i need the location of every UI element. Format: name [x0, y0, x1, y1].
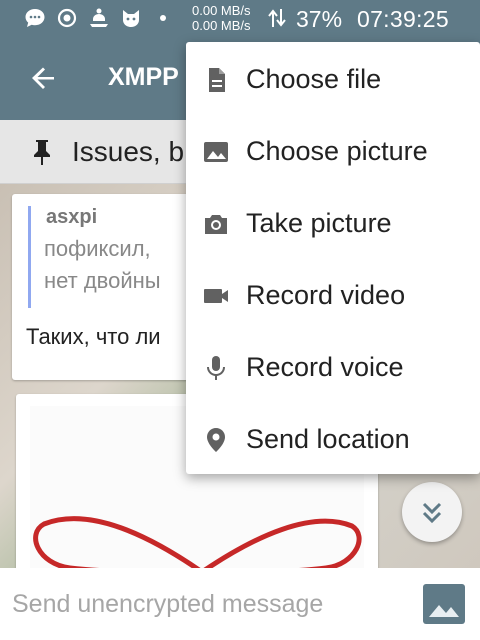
topic-text: Issues, b	[72, 136, 185, 167]
message-composer	[0, 568, 480, 640]
scroll-to-bottom-button[interactable]	[402, 482, 462, 542]
file-icon	[209, 68, 225, 92]
menu-item-choose-file[interactable]: Choose file	[186, 44, 480, 116]
menu-label: Choose file	[246, 64, 382, 94]
quote-author: asxpi	[46, 206, 98, 228]
quote-bar	[28, 206, 31, 308]
nomad-icon	[90, 8, 108, 27]
menu-label: Send location	[246, 424, 410, 454]
message-bubble[interactable]: asxpi пофиксил, нет двойны Таких, что ли	[12, 194, 212, 380]
menu-item-take-picture[interactable]: Take picture	[186, 188, 480, 260]
image-icon	[204, 142, 228, 162]
chat-bubble-icon	[25, 9, 45, 27]
battery-level: 37%	[296, 6, 343, 32]
send-image-button[interactable]	[423, 584, 465, 624]
net-up-value: 0.00 MB/s	[192, 3, 251, 18]
menu-label: Choose picture	[246, 136, 428, 166]
double-chevron-down-icon	[422, 502, 442, 524]
network-speed: 0.00 MB/s 0.00 MB/s	[192, 3, 251, 33]
data-transfer-icon	[268, 9, 286, 27]
location-icon	[207, 428, 225, 452]
camera-icon	[205, 215, 227, 234]
quote-line: нет двойны	[44, 268, 161, 293]
videocam-icon	[204, 289, 228, 303]
message-input[interactable]	[12, 586, 402, 622]
menu-item-record-voice[interactable]: Record voice	[186, 332, 480, 404]
menu-item-record-video[interactable]: Record video	[186, 260, 480, 332]
clock: 07:39:25	[357, 6, 449, 32]
mic-icon	[207, 356, 225, 380]
message-text: Таких, что ли	[26, 324, 161, 349]
menu-label: Record video	[246, 280, 406, 310]
pin-icon	[34, 140, 50, 165]
attachment-menu: Choose file Choose picture Take picture …	[186, 42, 480, 474]
conversation-title[interactable]: XMPP	[108, 63, 179, 92]
menu-label: Record voice	[246, 352, 404, 382]
menu-item-choose-picture[interactable]: Choose picture	[186, 116, 480, 188]
cat-face-icon	[123, 10, 139, 27]
target-icon	[57, 8, 77, 28]
notification-dot	[160, 15, 166, 21]
quote-line: пофиксил,	[44, 236, 151, 261]
menu-label: Take picture	[246, 208, 392, 238]
net-down-value: 0.00 MB/s	[192, 18, 251, 33]
menu-item-send-location[interactable]: Send location	[186, 404, 480, 476]
back-arrow-icon[interactable]	[24, 58, 64, 98]
status-bar: 0.00 MB/s 0.00 MB/s 37% 07:39:25	[0, 0, 480, 36]
